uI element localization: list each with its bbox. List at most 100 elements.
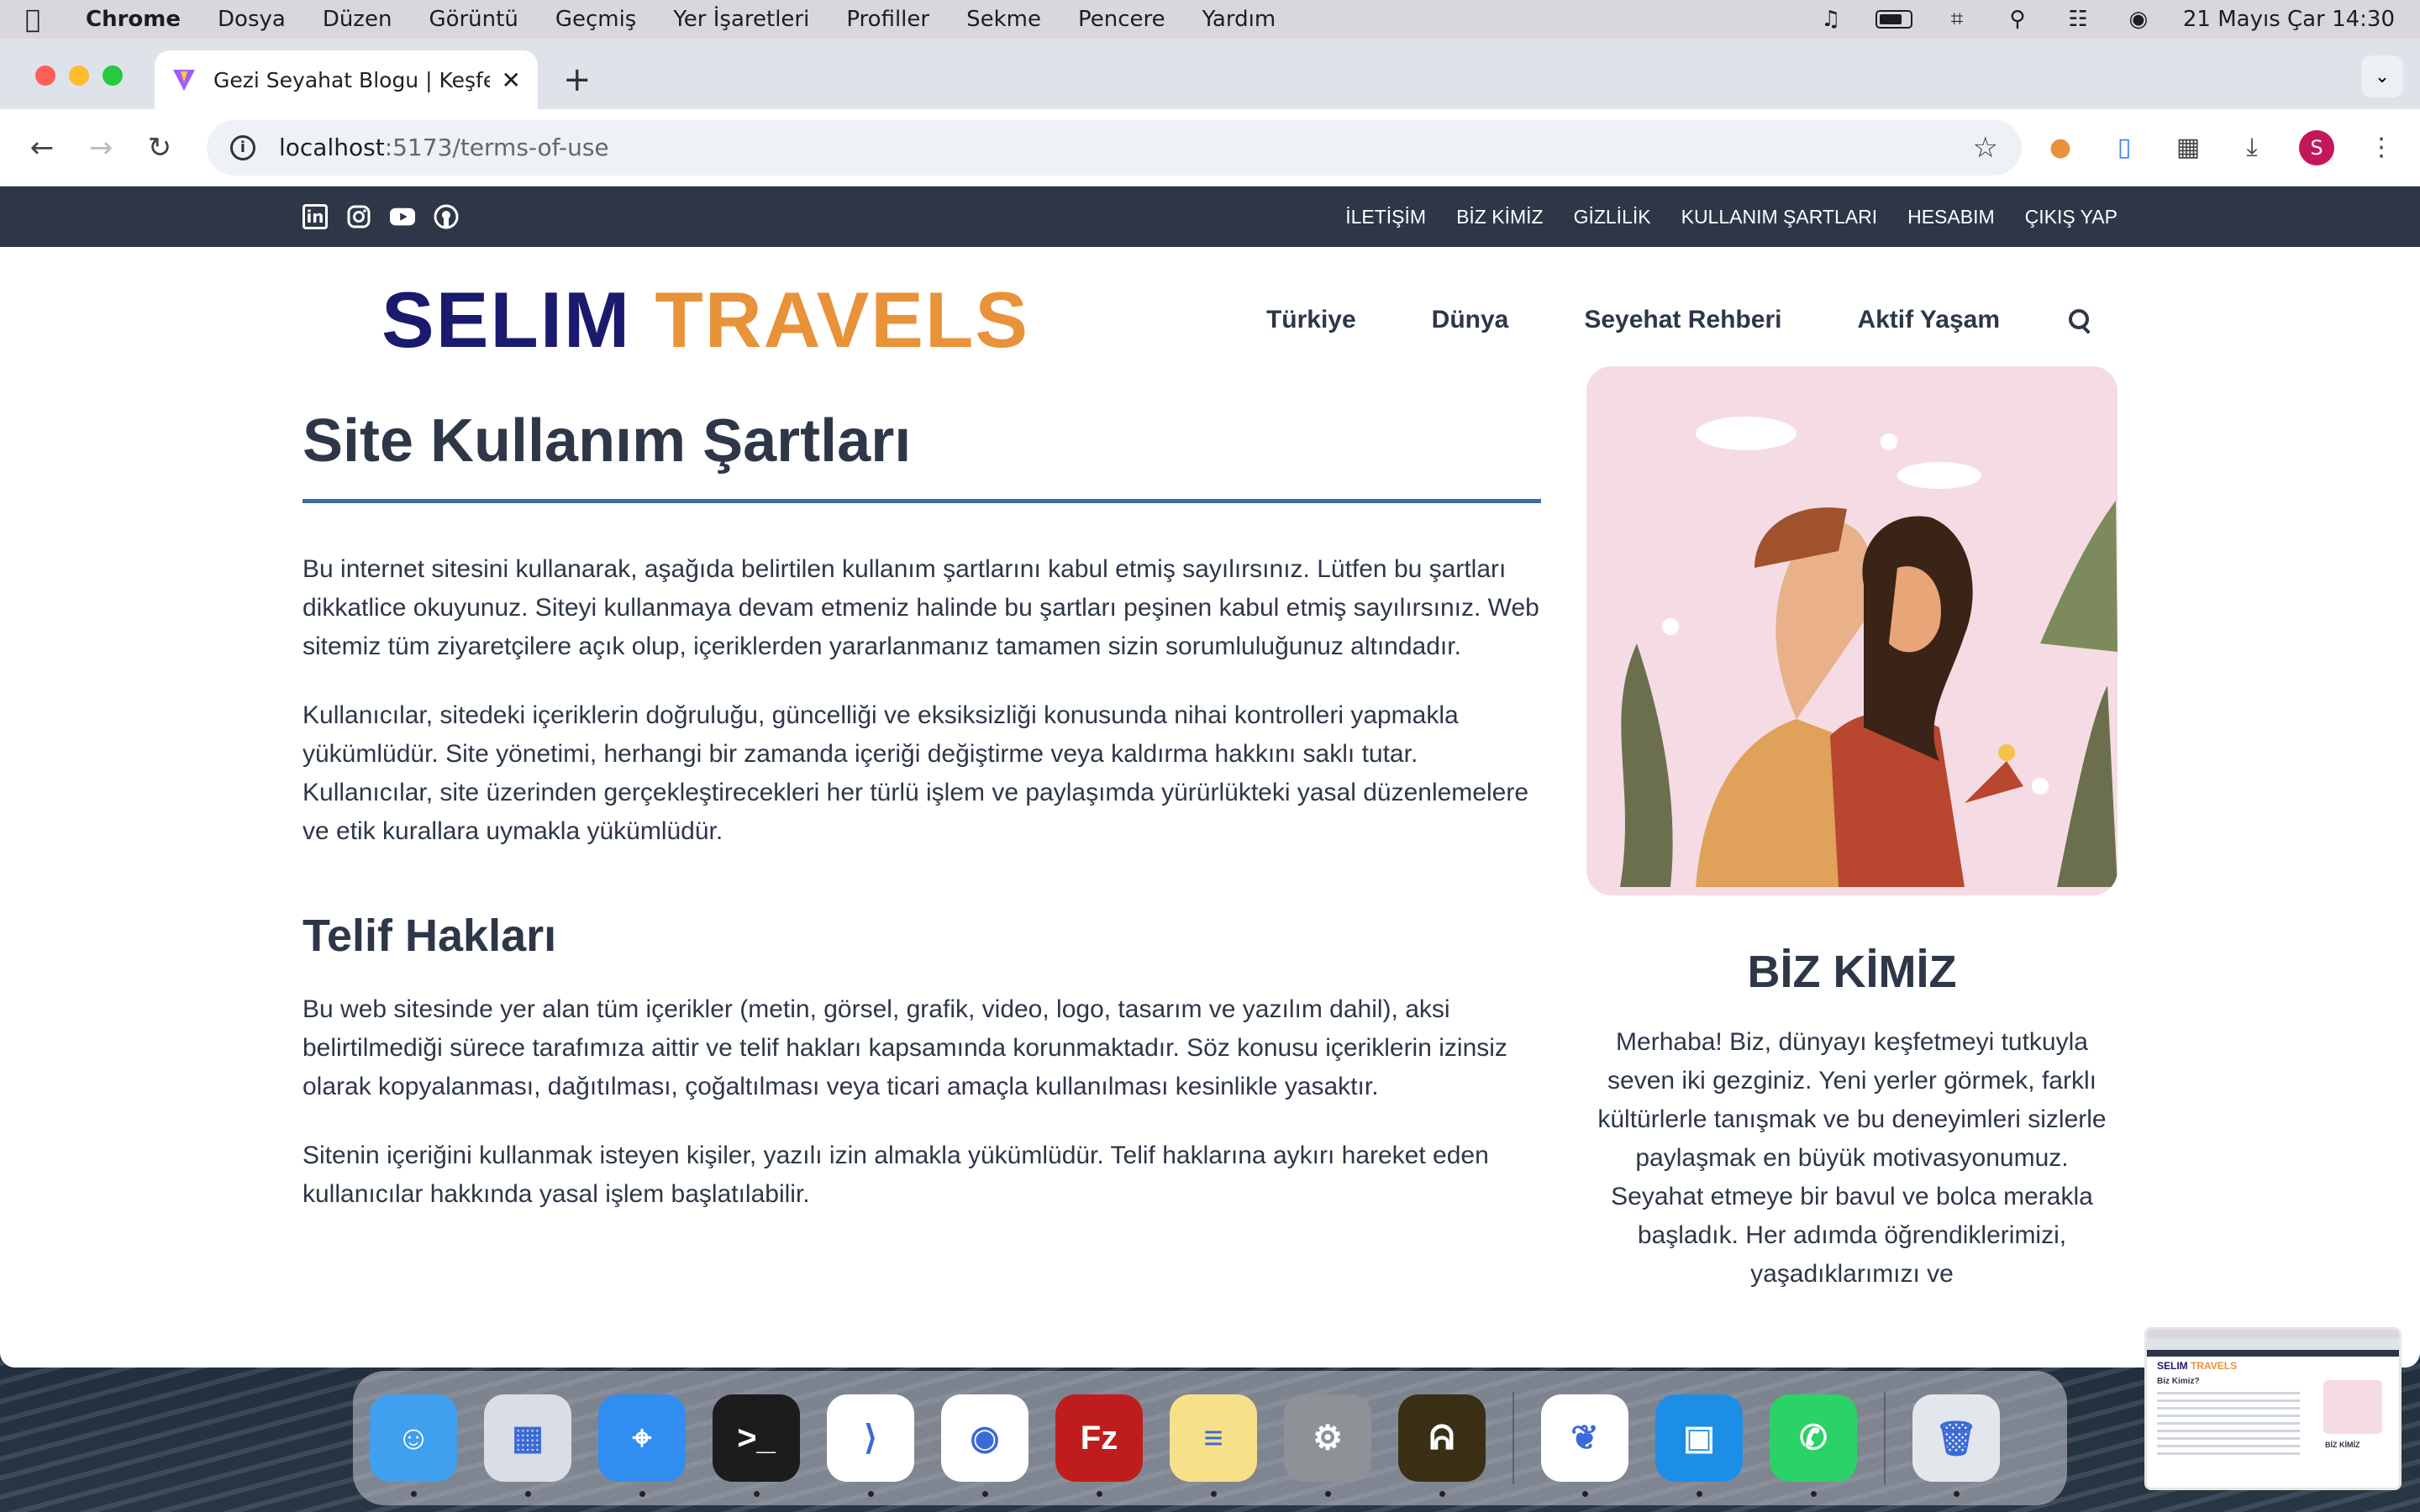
sidebar-title: BİZ KİMİZ [1747,947,1957,997]
menu-bar-clock[interactable]: 21 Mayıs Çar 14:30 [2183,7,2395,32]
dock-running-indicator [639,1491,645,1497]
dock-mongodb-compass-icon[interactable]: ❦ [1541,1394,1628,1497]
sidebar: BİZ KİMİZ Merhaba! Biz, dünyayı keşfetme… [1586,366,2118,1294]
thumb-text-lines [2157,1392,2300,1459]
profile-avatar[interactable]: S [2299,129,2334,165]
tab-active[interactable]: Gezi Seyahat Blogu | Keşfet, D ✕ [155,50,538,109]
extensions-area: ● ▯ ▦ ⤓ S ⋮ [2044,129,2398,165]
dock-terminal-icon[interactable]: >_ [713,1394,800,1497]
toplink-privacy[interactable]: GİZLİLİK [1574,206,1651,228]
dock-running-indicator [411,1491,417,1497]
dock-trash-icon[interactable]: 🗑 [1912,1394,2000,1497]
dock-safari-icon[interactable]: ⌖ [598,1394,686,1497]
vite-favicon-icon [173,70,195,91]
dock-system-settings-icon[interactable]: ⚙ [1284,1394,1371,1497]
battery-icon[interactable] [1875,10,1912,29]
social-links: in [302,204,459,229]
dock-finder-icon[interactable]: ☺ [370,1394,457,1497]
dock-docker-icon[interactable]: ▣ [1655,1394,1743,1497]
browser-toolbar: ← → ↻ i localhost:5173/terms-of-use ☆ ● … [0,109,2420,186]
menu-file[interactable]: Dosya [218,7,286,32]
toplink-logout[interactable]: ÇIKIŞ YAP [2025,206,2118,228]
github-icon[interactable] [434,204,459,229]
dock-running-indicator [1325,1491,1331,1497]
dock-running-indicator [1211,1491,1217,1497]
toplink-terms[interactable]: KULLANIM ŞARTLARI [1681,206,1877,228]
section-heading-copyright: Telif Hakları [302,911,557,961]
menu-profiles[interactable]: Profiller [846,7,929,32]
minimize-window-button[interactable] [69,66,89,86]
menu-edit[interactable]: Düzen [323,7,392,32]
download-icon[interactable]: ⤓ [2235,131,2269,165]
tab-search-chevron-icon[interactable]: ⌄ [2361,55,2403,97]
tab-close-icon[interactable]: ✕ [502,66,521,94]
site-logo[interactable]: SELIM TRAVELS [381,275,1029,365]
youtube-icon[interactable] [390,204,415,229]
thumb-logo: SELIM TRAVELS [2157,1360,2238,1372]
menu-tab[interactable]: Sekme [966,7,1041,32]
linkedin-icon[interactable]: in [302,204,328,229]
site-info-icon[interactable]: i [230,134,255,160]
wifi-icon[interactable]: ⌗ [1941,7,1973,32]
menu-app-name[interactable]: Chrome [86,7,181,32]
dock-launchpad-icon[interactable]: ▦ [484,1394,571,1497]
url-text[interactable]: localhost:5173/terms-of-use [279,134,1973,161]
url-host: localhost [279,134,385,161]
dock-vs-code-icon[interactable]: ⟩ [827,1394,914,1497]
nav-dunya[interactable]: Dünya [1432,306,1509,334]
dock-filezilla-icon[interactable]: Fz [1055,1394,1143,1497]
zoom-window-button[interactable] [103,66,123,86]
dock-running-indicator [1954,1491,1960,1497]
spotlight-search-icon[interactable]: ⚲ [2002,7,2033,32]
logo-part-2: TRAVELS [655,276,1030,364]
top-links: İLETİŞİM BİZ KİMİZ GİZLİLİK KULLANIM ŞAR… [1345,206,2118,228]
search-icon[interactable] [2067,307,2092,333]
toplink-account[interactable]: HESABIM [1907,206,1995,228]
back-button[interactable]: ← [22,128,62,168]
tab-title: Gezi Seyahat Blogu | Keşfet, D [213,67,490,92]
screenshot-thumbnail-preview[interactable]: SELIM TRAVELS Biz Kimiz? BİZ KİMİZ [2144,1327,2402,1490]
browser-window: Gezi Seyahat Blogu | Keşfet, D ✕ + ⌄ ← →… [0,39,2420,1368]
dock-whatsapp-icon[interactable]: ✆ [1770,1394,1857,1497]
toplink-about[interactable]: BİZ KİMİZ [1456,206,1544,228]
nav-aktif-yasam[interactable]: Aktif Yaşam [1857,306,2000,334]
siri-icon[interactable]: ◉ [2123,7,2154,32]
control-center-icon[interactable]: ☷ [2062,7,2094,32]
web-page: in İLETİŞİM BİZ KİMİZ GİZLİLİK KULLANIM … [0,186,2420,1368]
extensions-puzzle-icon[interactable]: ▦ [2171,131,2205,165]
menu-help[interactable]: Yardım [1202,7,1276,32]
forward-button[interactable]: → [81,128,121,168]
dock-running-indicator [1097,1491,1102,1497]
close-window-button[interactable] [35,66,55,86]
nav-seyahat-rehberi[interactable]: Seyehat Rehberi [1584,306,1781,334]
device-extension-icon[interactable]: ▯ [2107,131,2141,165]
dock-running-indicator [754,1491,760,1497]
dock-running-indicator [1582,1491,1588,1497]
url-path: :5173/terms-of-use [384,134,609,161]
apple-menu-icon[interactable]:  [25,5,67,34]
thumb-tabbar [2147,1338,2399,1350]
menu-window[interactable]: Pencere [1078,7,1165,32]
toplink-contact[interactable]: İLETİŞİM [1345,206,1426,228]
bookmark-star-icon[interactable]: ☆ [1973,131,1998,165]
paragraph-2: Kullanıcılar, sitedeki içeriklerin doğru… [302,701,1528,845]
dock-chrome-icon[interactable]: ◉ [941,1394,1028,1497]
menu-bookmarks[interactable]: Yer İşaretleri [673,7,809,32]
menu-view[interactable]: Görüntü [429,7,518,32]
title-divider [302,499,1541,503]
burger-extension-icon[interactable]: ● [2044,131,2077,165]
dock-notes-icon[interactable]: ≡ [1170,1394,1257,1497]
menu-history[interactable]: Geçmiş [555,7,637,32]
couple-illustration [1586,366,2118,895]
now-playing-icon[interactable]: ♫ [1815,7,1847,32]
dock-separator [1884,1392,1886,1484]
dock-navicat-icon[interactable]: ᕱ [1398,1394,1486,1497]
macos-dock: ☺ ▦ ⌖ >_ ⟩ ◉ Fz ≡ ⚙ ᕱ ❦ ▣ ✆ 🗑 [353,1371,2067,1505]
window-controls [35,66,123,86]
kebab-menu-icon[interactable]: ⋮ [2365,131,2398,165]
nav-turkiye[interactable]: Türkiye [1266,306,1356,334]
new-tab-button[interactable]: + [563,60,592,99]
reload-button[interactable]: ↻ [139,128,180,168]
address-bar[interactable]: i localhost:5173/terms-of-use ☆ [207,119,2022,176]
instagram-icon[interactable] [346,204,371,229]
